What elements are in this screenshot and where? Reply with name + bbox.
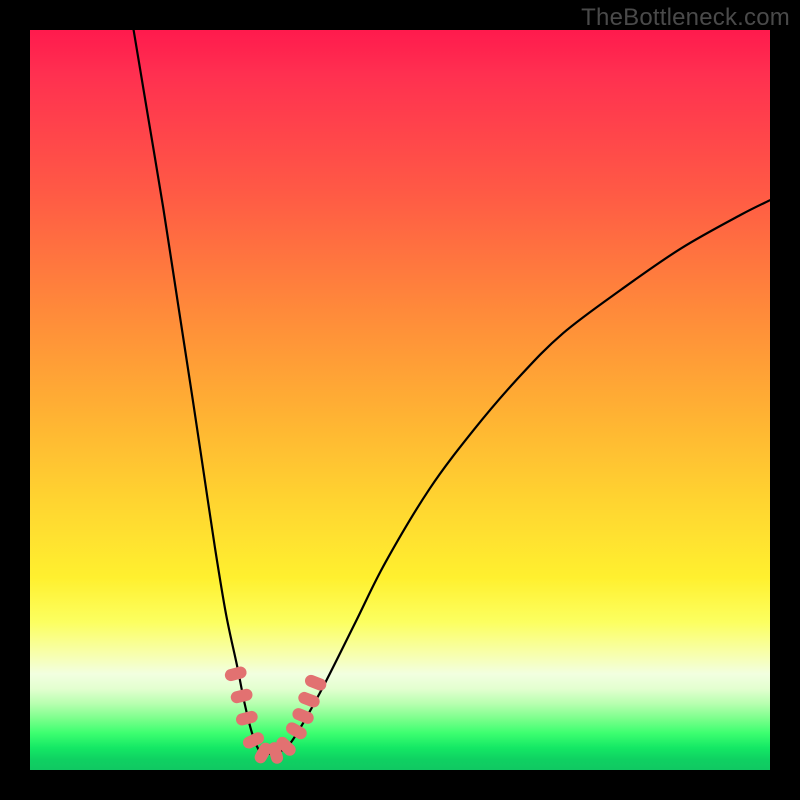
curve-marker: [230, 688, 254, 705]
curve-layer: [30, 30, 770, 770]
curve-marker: [303, 673, 328, 692]
curve-marker: [224, 665, 248, 682]
bottleneck-curve: [134, 30, 770, 754]
watermark-text: TheBottleneck.com: [581, 4, 790, 32]
curve-marker: [297, 690, 322, 709]
curve-marker: [284, 720, 309, 741]
chart-frame: TheBottleneck.com: [0, 0, 800, 800]
curve-marker: [235, 710, 259, 727]
plot-area: [30, 30, 770, 770]
